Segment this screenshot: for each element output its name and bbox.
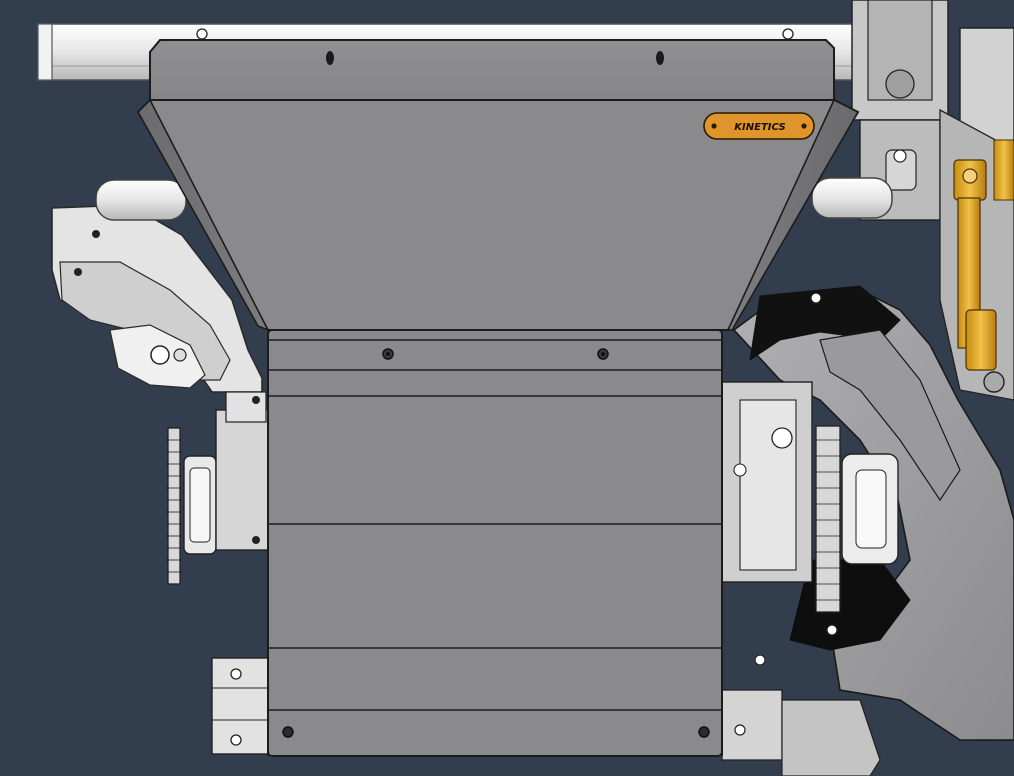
left-lower-rail [211,657,271,755]
skid-plate-render: KINETICS [0,0,1014,776]
kinetics-badge: KINETICS [703,112,815,140]
right-lower-mount [721,689,881,776]
right-cross-tube [811,177,893,219]
badge-text: KINETICS [734,122,785,133]
left-pulley [166,391,273,585]
